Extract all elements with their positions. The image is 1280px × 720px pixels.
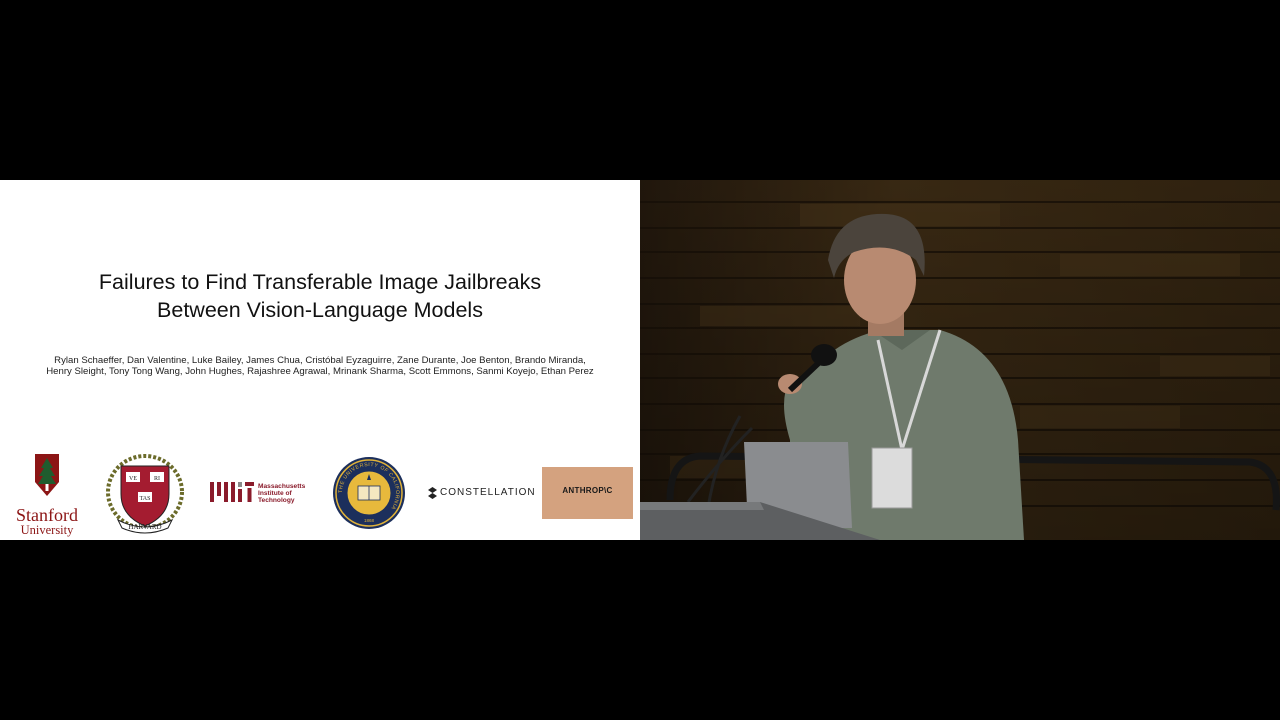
mit-logo: Massachusetts Institute of Technology <box>210 480 310 508</box>
authors-line-2: Henry Sleight, Tony Tong Wang, John Hugh… <box>46 366 594 377</box>
anthropic-wordmark: ANTHROP\C <box>562 486 613 495</box>
constellation-mark-icon <box>428 487 437 499</box>
mit-bars-icon <box>210 482 254 502</box>
mit-line-1: Massachusetts <box>258 483 306 490</box>
presentation-slide: Failures to Find Transferable Image Jail… <box>0 180 640 540</box>
shield-letters-3: TAS <box>140 496 151 502</box>
uc-year: 1868 <box>364 518 375 523</box>
authors-line-1: Rylan Schaeffer, Dan Valentine, Luke Bai… <box>54 355 586 366</box>
stanford-logo: Stanford University <box>10 452 84 537</box>
shield-letters-2: RI <box>154 476 160 482</box>
constellation-logo: CONSTELLATION <box>428 486 538 500</box>
mit-line-3: Technology <box>258 497 295 505</box>
harvard-ribbon-text: HARVARD <box>128 523 161 531</box>
mit-wordmark: Massachusetts Institute of Technology <box>258 483 305 505</box>
speaker-camera-feed-icon <box>640 180 1280 540</box>
harvard-logo: VE RI TAS HARVARD <box>104 454 186 534</box>
slide-title: Failures to Find Transferable Image Jail… <box>0 268 640 324</box>
shield-letters-1: VE <box>129 476 137 482</box>
anthropic-logo: ANTHROP\C <box>542 467 633 519</box>
mit-line-2: Institute of <box>258 490 292 498</box>
stanford-word: Stanford <box>16 505 78 525</box>
university-word: University <box>20 523 74 537</box>
uc-seal-logo: THE UNIVERSITY OF CALIFORNIA 1868 <box>332 456 406 530</box>
slide-title-line-1: Failures to Find Transferable Image Jail… <box>98 270 542 294</box>
affiliation-logos: Stanford University VE RI TAS HARVARD Ma… <box>0 452 640 540</box>
slide-authors: Rylan Schaeffer, Dan Valentine, Luke Bai… <box>0 355 640 377</box>
stanford-tree-icon <box>35 454 59 496</box>
slide-title-line-2: Between Vision-Language Models <box>157 298 483 322</box>
harvard-shield-icon: VE RI TAS HARVARD <box>106 454 184 534</box>
speaker-video <box>640 180 1280 540</box>
uc-seal-icon: THE UNIVERSITY OF CALIFORNIA 1868 <box>333 457 405 529</box>
constellation-wordmark: CONSTELLATION <box>440 487 536 498</box>
